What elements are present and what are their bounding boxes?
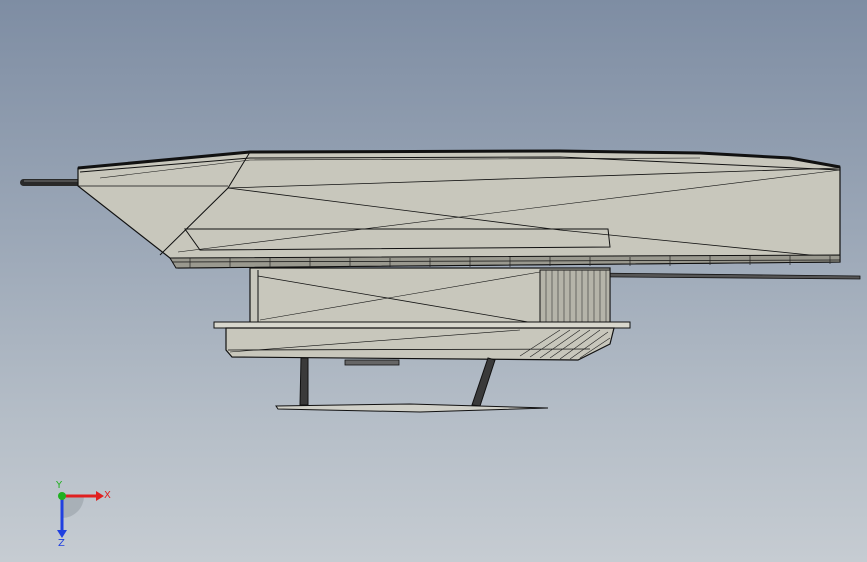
- orientation-triad[interactable]: X Y Z: [44, 478, 124, 548]
- lower-tray: [213, 321, 631, 366]
- bottom-fin: [275, 403, 549, 413]
- y-axis-dot: [58, 492, 66, 500]
- x-axis-arrowhead: [96, 491, 104, 501]
- z-axis-label: Z: [58, 538, 65, 548]
- center-column: [249, 267, 611, 327]
- upper-hull: [77, 149, 861, 280]
- model-view[interactable]: [0, 0, 867, 562]
- graphics-viewport[interactable]: X Y Z: [0, 0, 867, 562]
- triad-plane-shade: [62, 496, 84, 518]
- z-axis-arrowhead: [57, 530, 67, 538]
- x-axis-label: X: [104, 490, 111, 501]
- y-axis-label: Y: [55, 480, 63, 491]
